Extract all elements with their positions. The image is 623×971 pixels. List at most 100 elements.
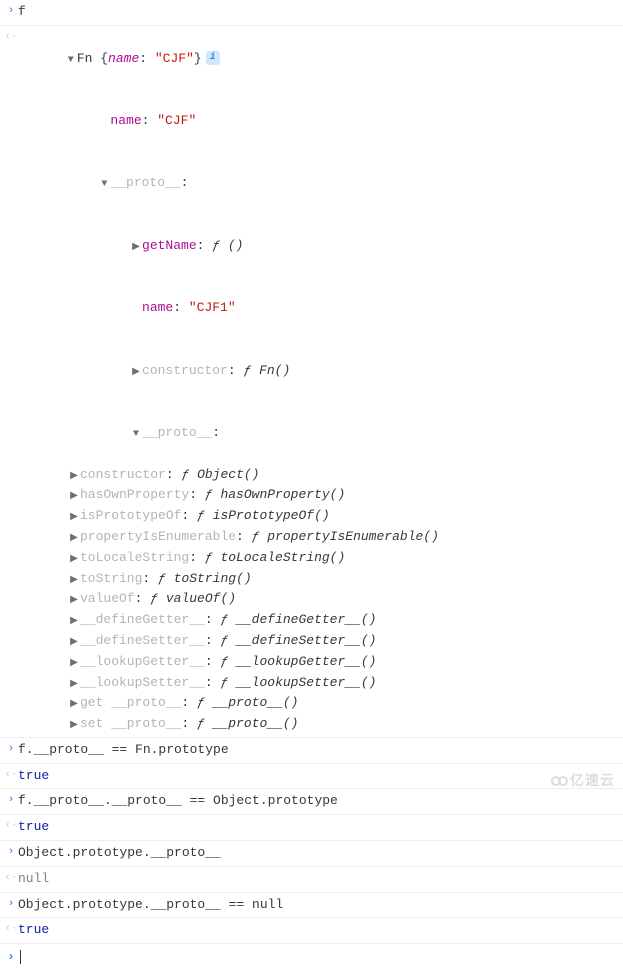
function-signature: __defineSetter__() — [236, 633, 376, 648]
object-header[interactable]: Fn {name: "CJF"}i — [18, 28, 619, 90]
summary-val: "CJF" — [155, 51, 194, 66]
function-signature: valueOf() — [166, 591, 236, 606]
expand-arrow[interactable] — [68, 510, 80, 526]
method-key: set __proto__ — [80, 716, 181, 731]
prop-name2[interactable]: name: "CJF1" — [52, 277, 619, 339]
expand-arrow[interactable] — [68, 697, 80, 713]
expand-arrow[interactable] — [130, 365, 142, 381]
input-marker: › — [4, 740, 18, 759]
tree-level-2: getName: ƒ () name: "CJF1" constructor: … — [36, 215, 619, 735]
tree-level-3: constructor: ƒ Object()hasOwnProperty: ƒ… — [52, 465, 619, 735]
input-code: f — [18, 2, 619, 23]
prop-proto[interactable]: __proto__: — [36, 153, 619, 215]
function-f-glyph: ƒ — [197, 508, 205, 523]
text-cursor — [20, 950, 21, 964]
result-true: true — [18, 819, 49, 834]
console-output-row: ‹· true — [0, 918, 623, 944]
result-null: null — [18, 871, 49, 886]
method-key: __lookupGetter__ — [80, 654, 205, 669]
expand-arrow[interactable] — [130, 240, 142, 256]
output-marker: ‹· — [4, 817, 18, 836]
console-input-row: › f — [0, 0, 623, 26]
console-input-row: › f.__proto__.__proto__ == Object.protot… — [0, 789, 623, 815]
input-code: Object.prototype.__proto__ — [18, 843, 619, 864]
expand-arrow[interactable] — [68, 677, 80, 693]
expand-arrow[interactable] — [68, 614, 80, 630]
input-marker: › — [4, 2, 18, 21]
input-marker: › — [4, 843, 18, 862]
prop-getname[interactable]: getName: ƒ () — [52, 215, 619, 277]
input-code: f.__proto__ == Fn.prototype — [18, 740, 619, 761]
prop-method[interactable]: hasOwnProperty: ƒ hasOwnProperty() — [68, 485, 619, 506]
method-key: __defineGetter__ — [80, 612, 205, 627]
output-object-tree: Fn {name: "CJF"}i name: "CJF" __proto__:… — [18, 28, 619, 735]
input-marker: › — [4, 895, 18, 914]
summary-key: name — [108, 51, 139, 66]
function-signature: toLocaleString() — [220, 550, 345, 565]
function-signature: __lookupGetter__() — [236, 654, 376, 669]
output-marker: ‹· — [4, 920, 18, 939]
tree-level-1: name: "CJF" __proto__: getName: ƒ () nam… — [18, 90, 619, 735]
method-key: toLocaleString — [80, 550, 189, 565]
console-output-row: ‹· Fn {name: "CJF"}i name: "CJF" __proto… — [0, 26, 623, 738]
function-signature: propertyIsEnumerable() — [267, 529, 439, 544]
prop-method[interactable]: toLocaleString: ƒ toLocaleString() — [68, 548, 619, 569]
function-f-glyph: ƒ — [252, 529, 260, 544]
expand-arrow[interactable] — [68, 656, 80, 672]
expand-arrow[interactable] — [68, 573, 80, 589]
function-signature: __proto__() — [213, 716, 299, 731]
prop-name[interactable]: name: "CJF" — [36, 90, 619, 152]
expand-arrow[interactable] — [98, 177, 110, 193]
input-code: f.__proto__.__proto__ == Object.prototyp… — [18, 791, 619, 812]
console-input-row: › Object.prototype.__proto__ == null — [0, 893, 623, 919]
prop-method[interactable]: valueOf: ƒ valueOf() — [68, 589, 619, 610]
function-f-glyph: ƒ — [205, 550, 213, 565]
function-f-glyph: ƒ — [220, 633, 228, 648]
expand-arrow[interactable] — [68, 489, 80, 505]
prop-method[interactable]: set __proto__: ƒ __proto__() — [68, 714, 619, 735]
prop-method[interactable]: propertyIsEnumerable: ƒ propertyIsEnumer… — [68, 527, 619, 548]
function-f-glyph: ƒ — [220, 612, 228, 627]
expand-arrow[interactable] — [68, 552, 80, 568]
method-key: isPrototypeOf — [80, 508, 181, 523]
expand-arrow[interactable] — [68, 718, 80, 734]
info-icon[interactable]: i — [206, 51, 220, 65]
prop-method[interactable]: __lookupGetter__: ƒ __lookupGetter__() — [68, 652, 619, 673]
method-key: constructor — [80, 467, 166, 482]
prop-method[interactable]: constructor: ƒ Object() — [68, 465, 619, 486]
output-marker: ‹· — [4, 766, 18, 785]
function-f-glyph: ƒ — [158, 571, 166, 586]
console-output-row: ‹· true — [0, 764, 623, 790]
prompt-input[interactable] — [18, 947, 619, 968]
expand-arrow[interactable] — [68, 469, 80, 485]
console-output-row: ‹· null — [0, 867, 623, 893]
prop-method[interactable]: __defineSetter__: ƒ __defineSetter__() — [68, 631, 619, 652]
prop-method[interactable]: toString: ƒ toString() — [68, 569, 619, 590]
method-key: __defineSetter__ — [80, 633, 205, 648]
console-input-row: › f.__proto__ == Fn.prototype — [0, 738, 623, 764]
expand-arrow[interactable] — [68, 635, 80, 651]
output-marker: ‹· — [4, 869, 18, 888]
class-name: Fn — [77, 51, 93, 66]
prop-method[interactable]: isPrototypeOf: ƒ isPrototypeOf() — [68, 506, 619, 527]
expand-arrow[interactable] — [130, 427, 142, 443]
method-key: propertyIsEnumerable — [80, 529, 236, 544]
prop-method[interactable]: get __proto__: ƒ __proto__() — [68, 693, 619, 714]
method-key: toString — [80, 571, 142, 586]
prompt-marker: › — [4, 948, 18, 967]
function-signature: hasOwnProperty() — [220, 487, 345, 502]
expand-arrow[interactable] — [68, 593, 80, 609]
function-signature: __defineGetter__() — [236, 612, 376, 627]
prop-proto2[interactable]: __proto__: — [52, 402, 619, 464]
console-prompt[interactable]: › — [0, 944, 623, 971]
expand-arrow[interactable] — [65, 53, 77, 69]
prop-method[interactable]: __defineGetter__: ƒ __defineGetter__() — [68, 610, 619, 631]
prop-constructor[interactable]: constructor: ƒ Fn() — [52, 340, 619, 402]
prop-method[interactable]: __lookupSetter__: ƒ __lookupSetter__() — [68, 673, 619, 694]
expand-arrow[interactable] — [68, 531, 80, 547]
function-signature: isPrototypeOf() — [213, 508, 330, 523]
method-key: __lookupSetter__ — [80, 675, 205, 690]
method-key: hasOwnProperty — [80, 487, 189, 502]
function-signature: __proto__() — [213, 695, 299, 710]
function-f-glyph: ƒ — [220, 654, 228, 669]
